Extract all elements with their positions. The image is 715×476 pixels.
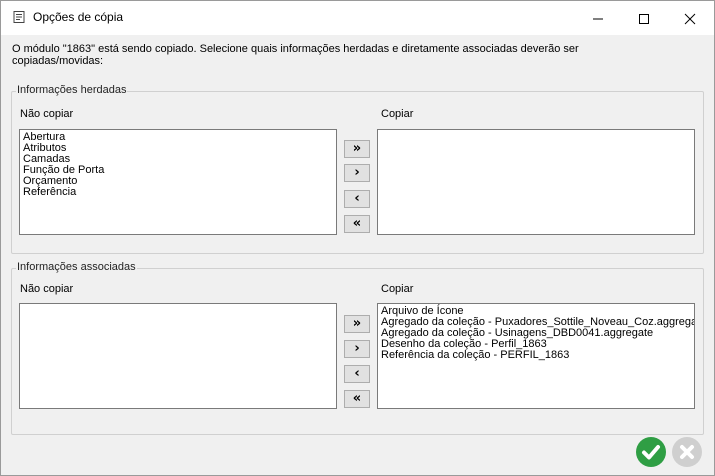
close-icon [684, 13, 696, 25]
minimize-button[interactable] [575, 1, 621, 35]
associated-copy-label: Copiar [381, 283, 414, 295]
list-item[interactable]: Referência [23, 187, 333, 198]
document-icon [13, 11, 25, 23]
inherited-copy-label: Copiar [381, 108, 414, 120]
inherited-no-copy-list[interactable]: Abertura Atributos Camadas Função de Porta O… [19, 129, 337, 235]
inherited-copy-list[interactable] [377, 129, 695, 235]
associated-group-title: Informações associadas [16, 261, 137, 273]
maximize-icon [639, 14, 649, 25]
description-text: O módulo "1863" está sendo copiado. Sele… [12, 43, 579, 67]
associated-move-all-right-button[interactable]: » [344, 315, 370, 333]
ok-button[interactable] [636, 437, 666, 467]
inherited-move-right-button[interactable]: › [344, 164, 370, 182]
inherited-group-title: Informações herdadas [16, 84, 128, 96]
associated-move-right-button[interactable]: › [344, 340, 370, 358]
associated-no-copy-list[interactable] [19, 303, 337, 409]
inherited-move-all-right-button[interactable]: » [344, 140, 370, 158]
x-circle-icon [680, 445, 694, 459]
list-item[interactable]: Referência da coleção - PERFIL_1863 [381, 350, 691, 361]
copy-options-dialog: Opções de cópia O módulo "1863" está sen… [0, 0, 715, 476]
close-button[interactable] [667, 1, 713, 35]
cancel-button[interactable] [672, 437, 702, 467]
list-item[interactable]: Abertura [23, 132, 333, 143]
inherited-no-copy-label: Não copiar [20, 108, 74, 120]
inherited-move-left-button[interactable]: ‹ [344, 190, 370, 208]
associated-move-all-left-button[interactable]: « [344, 390, 370, 408]
associated-copy-list[interactable]: Arquivo de Ícone Agregado da coleção - Pu… [377, 303, 695, 409]
check-circle-icon [642, 445, 660, 460]
inherited-move-all-left-button[interactable]: « [344, 215, 370, 233]
window-title: Opções de cópia [33, 10, 124, 24]
associated-move-left-button[interactable]: ‹ [344, 365, 370, 383]
maximize-button[interactable] [621, 1, 667, 35]
minimize-icon [593, 18, 603, 20]
title-bar: Opções de cópia [1, 1, 714, 35]
associated-no-copy-label: Não copiar [20, 283, 74, 295]
